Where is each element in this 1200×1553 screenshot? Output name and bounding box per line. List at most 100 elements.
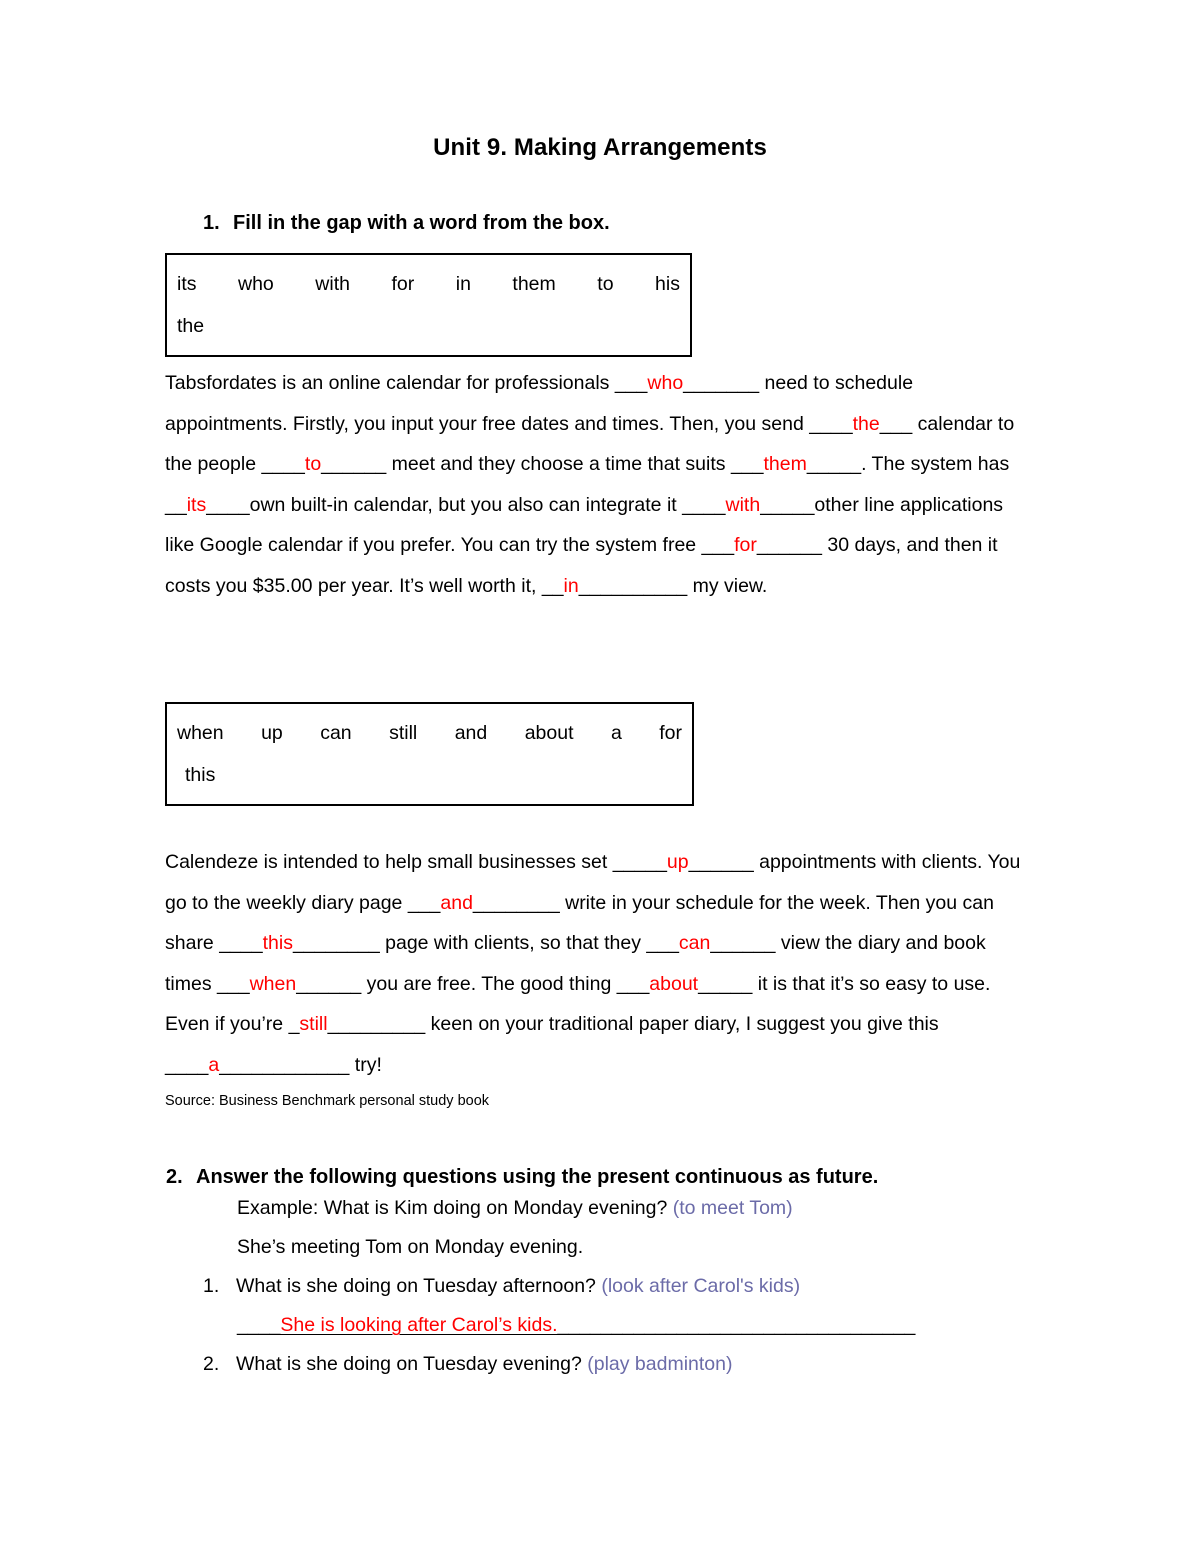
example-answer-line: She’s meeting Tom on Monday evening. xyxy=(237,1236,584,1258)
cloze-1-blank: ____ xyxy=(206,493,250,516)
cloze-1-blank: _______ xyxy=(683,372,760,394)
cloze-2-blank: ______ xyxy=(710,932,776,954)
question-text-wrapper: What is she doing on Tuesday afternoon? … xyxy=(236,1267,1200,1306)
cloze-2-blank: _________ xyxy=(327,1013,426,1035)
answer-blank-lead: ____ xyxy=(237,1314,281,1336)
word-bank-2-word: when xyxy=(177,722,224,744)
cloze-2-blank: ______ xyxy=(688,851,754,873)
word-bank-1-word: the xyxy=(177,315,205,337)
cloze-2-blank: _____ xyxy=(698,972,753,995)
word-bank-box-2-row-1: when up can still and about a for xyxy=(177,712,736,754)
cloze-1-blank: __ xyxy=(541,574,564,597)
cloze-2-text: keen on your traditional paper diary, I … xyxy=(425,1013,939,1035)
cloze-1-blank: __________ xyxy=(578,574,688,597)
question-number: 1. xyxy=(203,1275,220,1297)
word-bank-2-word: and xyxy=(454,722,488,744)
cloze-2-text: page with clients, so that they xyxy=(379,932,647,954)
word-bank-1-word: his xyxy=(655,273,680,295)
cloze-2-blank: ___ xyxy=(217,972,250,995)
answer-blank-tail: _________________________________ xyxy=(557,1314,916,1336)
cloze-2-answer: a xyxy=(208,1053,220,1076)
cloze-1-blank: _____ xyxy=(806,453,862,475)
cloze-1-blank: __ xyxy=(165,493,187,516)
cloze-2-blank: _ xyxy=(288,1013,300,1035)
cloze-2-answer: can xyxy=(678,932,711,954)
cloze-1-answer: them xyxy=(763,453,807,475)
example-question-line: Example: What is Kim doing on Monday eve… xyxy=(237,1189,1200,1228)
exercise-1-heading-text: Fill in the gap with a word from the box… xyxy=(233,212,610,234)
question-item: 2. What is she doing on Tuesday evening? … xyxy=(203,1345,1200,1384)
cloze-2-blank: ____ xyxy=(165,1053,209,1076)
cloze-2-blank: ____ xyxy=(219,932,263,954)
cloze-2-blank: ___ xyxy=(646,932,679,954)
cloze-paragraph-1: Tabsfordates is an online calendar for p… xyxy=(165,363,1037,606)
word-bank-1-word: with xyxy=(315,273,350,295)
cloze-2-answer: this xyxy=(262,932,293,954)
cloze-2-answer: and xyxy=(440,891,473,914)
word-bank-1-word: in xyxy=(455,273,471,295)
cloze-2-blank: ________ xyxy=(292,932,380,954)
example-question-hint: (to meet Tom) xyxy=(672,1197,793,1219)
word-bank-2-word: can xyxy=(320,722,352,744)
cloze-1-blank: _____ xyxy=(760,493,815,516)
word-bank-box-1-row-2: the xyxy=(177,305,680,347)
question-hint: (play badminton) xyxy=(587,1353,733,1375)
cloze-paragraph-2: Calendeze is intended to help small busi… xyxy=(165,842,1037,1085)
cloze-1-blank: ___ xyxy=(730,453,764,475)
question-answer-line[interactable]: ____She is looking after Carol’s kids.__… xyxy=(237,1306,1200,1345)
cloze-1-answer: who xyxy=(647,372,684,394)
cloze-1-answer: with xyxy=(725,493,761,516)
word-bank-2-word: up xyxy=(261,722,283,744)
cloze-1-blank: ____ xyxy=(682,493,726,516)
document-page: Unit 9. Making Arrangements 1. Fill in t… xyxy=(0,0,1200,1553)
cloze-1-answer: to xyxy=(304,453,322,475)
cloze-2-blank: ___ xyxy=(407,891,441,914)
source-citation: Source: Business Benchmark personal stud… xyxy=(165,1093,490,1109)
cloze-1-blank: ____ xyxy=(261,453,305,475)
exercise-2-heading-text: Answer the following questions using the… xyxy=(196,1166,879,1188)
cloze-2-blank: ________ xyxy=(472,891,560,914)
word-bank-1-word: them xyxy=(512,273,556,295)
cloze-1-text: own built-in calendar, but you also can … xyxy=(249,493,683,516)
question-text: What is she doing on Tuesday afternoon? xyxy=(236,1275,602,1297)
cloze-1-answer: the xyxy=(852,412,880,435)
word-bank-2-word: still xyxy=(389,722,418,744)
cloze-2-answer: still xyxy=(299,1013,328,1035)
exercise-1-number: 1. xyxy=(203,212,220,234)
word-bank-1-word: to xyxy=(597,273,614,295)
page-title: Unit 9. Making Arrangements xyxy=(433,134,767,161)
cloze-2-answer: about xyxy=(649,972,699,995)
word-bank-box-2-row-2: this xyxy=(177,754,690,796)
word-bank-2-word: a xyxy=(610,722,622,744)
cloze-1-answer: for xyxy=(734,534,757,556)
cloze-2-blank: ______ xyxy=(296,972,362,995)
cloze-1-blank: ___ xyxy=(614,372,648,394)
question-item: 1. What is she doing on Tuesday afternoon… xyxy=(203,1267,1200,1306)
exercise-1-heading: 1. Fill in the gap with a word from the … xyxy=(203,212,1200,235)
cloze-1-blank: ____ xyxy=(809,412,853,435)
cloze-2-text: you are free. The good thing xyxy=(361,972,617,995)
cloze-2-answer: up xyxy=(666,851,689,873)
cloze-1-answer: its xyxy=(186,493,207,516)
question-text-wrapper: What is she doing on Tuesday evening? (p… xyxy=(236,1345,1200,1384)
word-bank-box-1-row-1: its who with for in them to his xyxy=(177,263,734,305)
word-bank-1-word: who xyxy=(238,273,274,295)
word-bank-box-2-wrapper: when up can still and about a for this xyxy=(0,606,1200,806)
exercise-2-heading-row: 2. Answer the following questions using … xyxy=(0,1111,1200,1189)
exercise-2-heading: 2. Answer the following questions using … xyxy=(166,1166,1200,1189)
cloze-1-blank: ___ xyxy=(701,534,735,556)
cloze-2-text: Calendeze is intended to help small busi… xyxy=(165,851,613,873)
question-list: 1. What is she doing on Tuesday afternoon… xyxy=(0,1267,1200,1384)
word-bank-box-2: when up can still and about a for this xyxy=(165,702,694,806)
cloze-2-text: try! xyxy=(349,1053,382,1076)
cloze-2-blank: ____________ xyxy=(219,1053,350,1076)
example-question-text: Example: What is Kim doing on Monday eve… xyxy=(237,1197,668,1219)
cloze-2-blank: ___ xyxy=(616,972,650,995)
question-number: 2. xyxy=(203,1353,220,1375)
cloze-1-text: . The system has xyxy=(861,453,1010,475)
cloze-1-blank: ___ xyxy=(879,412,913,435)
word-bank-box-1: its who with for in them to his the xyxy=(165,253,692,357)
cloze-1-text: meet and they choose a time that suits xyxy=(386,453,731,475)
cloze-1-blank: ______ xyxy=(321,453,387,475)
cloze-2-blank: _____ xyxy=(612,851,667,873)
